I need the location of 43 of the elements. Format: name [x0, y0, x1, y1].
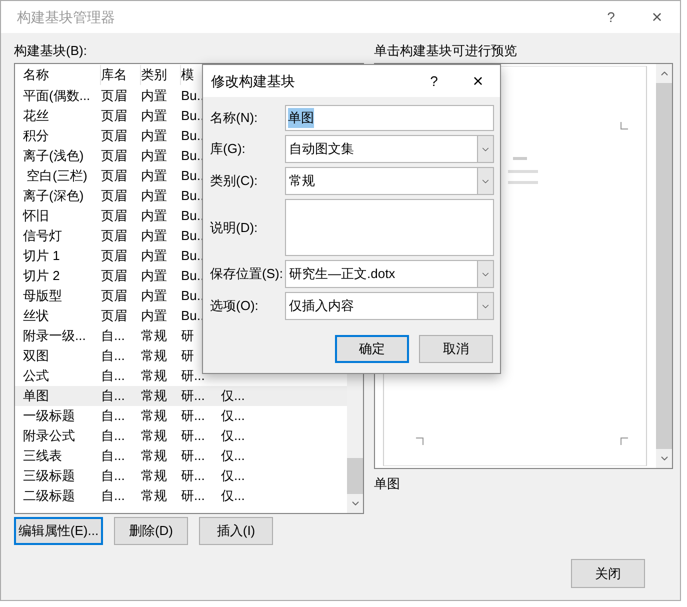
scrollbar[interactable] — [656, 64, 672, 468]
dialog-button[interactable]: 删除(D) — [114, 517, 188, 545]
list-row[interactable]: 三级标题 自... 常规 研... 仅... — [15, 466, 347, 486]
dialog-button[interactable]: 编辑属性(E)... — [14, 517, 103, 545]
description-field[interactable] — [285, 199, 494, 256]
field-value: 单图 — [288, 108, 314, 128]
list-row[interactable]: 附录公式 自... 常规 研... 仅... — [15, 426, 347, 446]
help-button[interactable]: ? — [412, 70, 456, 92]
field-label: 选项(O): — [210, 297, 260, 316]
dropdown[interactable]: 常规 — [285, 167, 494, 195]
crop-mark-icon — [620, 438, 628, 446]
field-label: 名称(N): — [210, 109, 259, 128]
crop-mark-icon — [416, 438, 424, 446]
dropdown[interactable]: 自动图文集 — [285, 135, 494, 163]
dialog-button[interactable]: 插入(I) — [199, 517, 273, 545]
window-title: 构建基块管理器 — [17, 8, 116, 26]
close-button[interactable]: 关闭 — [571, 559, 645, 588]
preview-caption: 单图 — [374, 475, 401, 493]
preview-label: 单击构建基块可进行预览 — [374, 42, 518, 60]
column-header[interactable]: 库名 — [101, 65, 141, 85]
column-header[interactable]: 名称 — [23, 65, 101, 85]
list-row[interactable]: 二级标题 自... 常规 研... 仅... — [15, 486, 347, 506]
list-row[interactable]: 三线表 自... 常规 研... 仅... — [15, 446, 347, 466]
dialog-button[interactable]: 取消 — [419, 335, 493, 363]
field-label: 类别(C): — [210, 172, 259, 190]
list-label: 构建基块(B): — [14, 42, 88, 60]
field-label: 说明(D): — [210, 218, 259, 237]
list-row[interactable]: 一级标题 自... 常规 研... 仅... — [15, 406, 347, 426]
crop-mark-icon — [620, 122, 628, 130]
name-field[interactable]: 单图 — [285, 105, 494, 131]
field-label: 库(G): — [210, 140, 246, 158]
dialog-button[interactable]: 确定 — [335, 335, 409, 363]
list-row[interactable]: 单图 自... 常规 研... 仅... — [15, 386, 347, 406]
scrollbar-thumb[interactable] — [347, 458, 363, 494]
dropdown[interactable]: 仅插入内容 — [285, 292, 494, 320]
dropdown[interactable]: 研究生—正文.dotx — [285, 260, 494, 288]
text-lines-drawing — [508, 157, 538, 184]
help-button[interactable]: ? — [588, 6, 634, 28]
close-button[interactable]: × — [456, 68, 500, 94]
close-button[interactable]: × — [634, 4, 680, 30]
list-row[interactable]: 公式 自... 常规 研... — [15, 366, 347, 386]
field-label: 保存位置(S): — [210, 265, 284, 284]
column-header[interactable]: 类别 — [141, 65, 181, 85]
